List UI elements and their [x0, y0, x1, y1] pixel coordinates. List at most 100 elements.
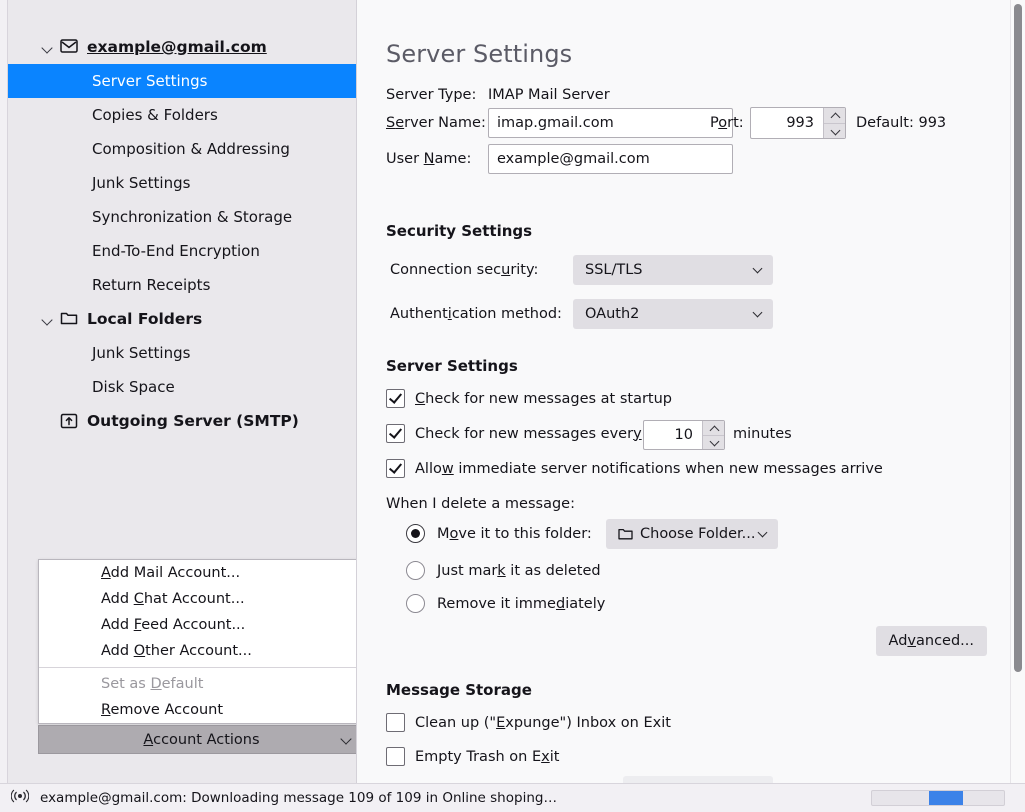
accel-post: rity:: [510, 262, 539, 278]
choose-folder-button[interactable]: Choose Folder...: [606, 519, 778, 549]
progress-bar-chunk: [928, 791, 964, 805]
sidebar-item-local-junk-settings[interactable]: Junk Settings: [8, 336, 356, 370]
radio-remove-immediately-row[interactable]: Remove it immediately: [406, 594, 605, 613]
sidebar-item-label: Copies & Folders: [92, 106, 218, 124]
tree-item-local-folders[interactable]: Local Folders: [8, 302, 356, 336]
accel: N: [423, 151, 435, 167]
sidebar-item-synchronization-storage[interactable]: Synchronization & Storage: [8, 200, 356, 234]
progress-bar: [871, 790, 1005, 806]
radio-just-mark-deleted[interactable]: [406, 561, 425, 580]
radio-move-to-folder[interactable]: [406, 524, 425, 543]
accel: o: [718, 115, 728, 131]
checkbox-allow-notifications[interactable]: [386, 459, 405, 478]
accel: C: [415, 390, 426, 407]
menu-label-pre: Add: [101, 643, 134, 659]
accel: e: [395, 115, 405, 131]
check-interval-value: 10: [674, 427, 693, 443]
sidebar-item-junk-settings[interactable]: Junk Settings: [8, 166, 356, 200]
menu-item-set-as-default: Set as Default: [39, 671, 356, 697]
allow-notifications-checkbox-row[interactable]: Allow immediate server notifications whe…: [386, 459, 883, 478]
radio-remove-immediately[interactable]: [406, 594, 425, 613]
user-name-input[interactable]: example@gmail.com: [488, 144, 733, 174]
choose-folder-label: Choose Folder...: [640, 526, 756, 542]
check-interval-stepper[interactable]: 10: [643, 420, 725, 450]
accel-pre: Connection sec: [390, 262, 502, 278]
menu-label-post: emove Account: [110, 702, 224, 718]
folder-icon: [618, 528, 633, 540]
port-spin-arrows[interactable]: [823, 108, 845, 138]
accel-post: ame:: [434, 151, 472, 167]
server-name-value: imap.gmail.com: [497, 115, 614, 131]
sidebar-item-outgoing-server-smtp[interactable]: Outgoing Server (SMTP): [8, 404, 356, 438]
accel: E: [496, 714, 506, 731]
account-actions-button[interactable]: Account Actions: [38, 725, 356, 754]
accel: d: [555, 595, 566, 612]
chevron-down-icon[interactable]: [40, 39, 56, 55]
empty-trash-checkbox-row[interactable]: Empty Trash on Exit: [386, 747, 559, 766]
radio-move-to-folder-row[interactable]: Move it to this folder:: [406, 524, 592, 543]
menu-label-post: efault: [161, 676, 204, 692]
sidebar-item-label: Server Settings: [92, 72, 208, 90]
accel-post: anced...: [916, 633, 974, 649]
menu-item-remove-account[interactable]: Remove Account: [39, 697, 356, 723]
accel-pre: M: [437, 525, 450, 542]
accel-pre: Check for new messages ever: [415, 425, 634, 442]
spin-up-icon[interactable]: [703, 421, 724, 435]
server-settings-pane: Server Settings Server Type: IMAP Mail S…: [358, 0, 1010, 783]
checkbox-empty-trash-on-exit[interactable]: [386, 747, 405, 766]
sidebar-item-disk-space[interactable]: Disk Space: [8, 370, 356, 404]
accel-post: it as deleted: [505, 562, 601, 579]
menu-item-add-chat-account[interactable]: Add Chat Account...: [39, 586, 356, 612]
menu-item-add-feed-account[interactable]: Add Feed Account...: [39, 612, 356, 638]
spin-up-icon[interactable]: [824, 108, 845, 123]
sidebar-item-composition-addressing[interactable]: Composition & Addressing: [8, 132, 356, 166]
accel: u: [501, 262, 511, 278]
accel-pre: Just mar: [437, 562, 498, 579]
expunge-checkbox-row[interactable]: Clean up ("Expunge") Inbox on Exit: [386, 713, 671, 732]
window-left-edge: [0, 0, 8, 783]
advanced-button[interactable]: Ad v anced...: [875, 626, 987, 656]
radio-remove-immediately-label: Remove it immediately: [437, 596, 605, 612]
sidebar-item-end-to-end-encryption[interactable]: End-To-End Encryption: [8, 234, 356, 268]
check-every-checkbox-row[interactable]: Check for new messages every: [386, 424, 642, 443]
authentication-method-select[interactable]: OAuth2: [573, 299, 773, 329]
server-name-input[interactable]: imap.gmail.com: [488, 108, 733, 138]
spin-down-icon[interactable]: [824, 122, 845, 139]
chevron-down-icon: [340, 732, 352, 745]
message-storage-heading: Message Storage: [386, 681, 532, 699]
checkbox-check-every[interactable]: [386, 424, 405, 443]
spin-down-icon[interactable]: [703, 434, 724, 450]
accel: y: [633, 425, 642, 442]
checkbox-expunge-inbox-on-exit[interactable]: [386, 713, 405, 732]
accel-post: heck for new messages at startup: [425, 390, 673, 407]
chevron-down-icon[interactable]: [40, 311, 56, 327]
port-default-text: Default: 993: [856, 115, 947, 131]
check-startup-checkbox-row[interactable]: Check for new messages at startup: [386, 389, 672, 408]
account-actions-label: ccount Actions: [153, 731, 260, 748]
menu-item-add-mail-account[interactable]: Add Mail Account...: [39, 560, 356, 586]
server-type-label: Server Type:: [386, 87, 477, 103]
interval-spin-arrows[interactable]: [702, 421, 724, 449]
empty-trash-label: Empty Trash on Exit: [415, 749, 559, 765]
port-stepper[interactable]: 993: [750, 107, 846, 139]
clipped-button-below-fold[interactable]: [623, 776, 773, 783]
chevron-down-icon: [757, 527, 768, 538]
connection-security-select[interactable]: SSL/TLS: [573, 255, 773, 285]
sidebar-item-copies-folders[interactable]: Copies & Folders: [8, 98, 356, 132]
tree-item-account[interactable]: example@gmail.com: [8, 30, 356, 64]
sidebar-item-server-settings[interactable]: Server Settings: [8, 64, 356, 98]
checkbox-check-startup[interactable]: [386, 389, 405, 408]
accel: w: [441, 460, 454, 477]
authentication-method-value: OAuth2: [585, 306, 640, 322]
envelope-icon: [60, 39, 80, 55]
scrollbar-thumb[interactable]: [1014, 4, 1022, 672]
radio-just-mark-deleted-row[interactable]: Just mark it as deleted: [406, 561, 601, 580]
vertical-scrollbar[interactable]: [1010, 0, 1025, 783]
user-name-value: example@gmail.com: [497, 151, 650, 167]
menu-item-add-other-account[interactable]: Add Other Account...: [39, 638, 356, 664]
sidebar-item-return-receipts[interactable]: Return Receipts: [8, 268, 356, 302]
accel-post: xpunge") Inbox on Exit: [505, 714, 671, 731]
accel-pre: User: [386, 151, 424, 167]
account-actions-accel: A: [143, 731, 154, 748]
accel-pre: Authent: [390, 306, 448, 322]
